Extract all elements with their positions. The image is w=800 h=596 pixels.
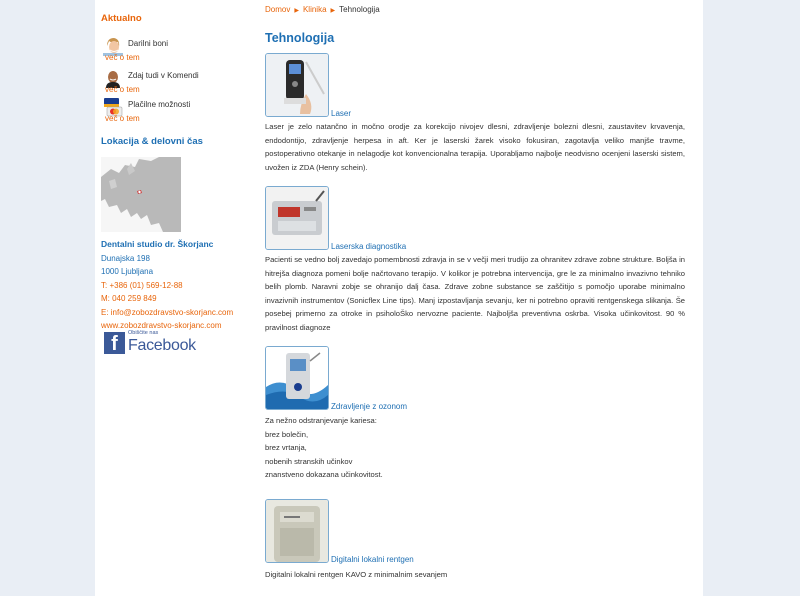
breadcrumb-current: Tehnologija bbox=[339, 5, 380, 14]
location-heading: Lokacija & delovni čas bbox=[101, 136, 203, 147]
diagnostics-caption-link[interactable]: Laserska diagnostika bbox=[331, 242, 406, 251]
ozone-benefit: brez bolečin, bbox=[265, 429, 309, 439]
breadcrumb-arrow-icon: ▶ bbox=[294, 8, 299, 14]
diagnostics-device-picture bbox=[266, 187, 328, 249]
xray-caption-link[interactable]: Digitalni lokalni rentgen bbox=[331, 555, 414, 564]
ozone-device-picture bbox=[266, 347, 328, 409]
xray-device-picture bbox=[266, 500, 328, 562]
ozone-caption-link[interactable]: Zdravljenje z ozonom bbox=[331, 402, 407, 411]
page-title: Tehnologija bbox=[265, 31, 335, 45]
laser-device-picture bbox=[266, 54, 328, 116]
phone-number: T: +386 (01) 569-12-88 bbox=[101, 280, 183, 290]
news-heading: Aktualno bbox=[101, 13, 142, 24]
ozone-device-image[interactable] bbox=[265, 346, 329, 410]
ozone-benefit: brez vrtanja, bbox=[265, 443, 307, 452]
news-item-gift-cards: Darilni boni več o tem bbox=[101, 36, 251, 64]
laser-description: Laser je zelo natančno in močno orodje z… bbox=[265, 122, 685, 172]
diagnostics-description: Pacienti se vedno bolj zavedajo pomembno… bbox=[265, 255, 685, 332]
email-link[interactable]: E: info@zobozdravstvo-skorjanc.com bbox=[101, 306, 233, 320]
news-item-komenda: Zdaj tudi v Komendi več o tem bbox=[101, 68, 251, 96]
europe-map-image[interactable] bbox=[101, 157, 181, 232]
ozone-benefit: nobenih stranskih učinkov bbox=[265, 456, 353, 466]
news-title: Plačilne možnosti bbox=[128, 100, 191, 109]
breadcrumb-section[interactable]: Klinika bbox=[303, 5, 327, 14]
page: Aktualno Darilni boni več o tem Zdaj tud… bbox=[95, 0, 703, 596]
laser-caption-link[interactable]: Laser bbox=[331, 109, 351, 118]
contact-info: Dentalni studio dr. Škorjanc Dunajska 19… bbox=[101, 238, 233, 333]
clinic-name: Dentalni studio dr. Škorjanc bbox=[101, 239, 214, 249]
news-more-link[interactable]: več o tem bbox=[105, 53, 140, 62]
mobile-number: M: 040 259 849 bbox=[101, 294, 157, 303]
news-more-link[interactable]: več o tem bbox=[105, 114, 140, 123]
news-title: Zdaj tudi v Komendi bbox=[128, 71, 199, 80]
ozone-benefit: Za nežno odstranjevanje kariesa: bbox=[265, 416, 377, 425]
breadcrumb: Domov ▶ Klinika ▶ Tehnologija bbox=[265, 5, 380, 14]
ozone-benefits-list: Za nežno odstranjevanje kariesa: brez bo… bbox=[265, 414, 383, 482]
address-city: 1000 Ljubljana bbox=[101, 267, 154, 276]
news-item-payment: Plačilne možnosti več o tem bbox=[101, 97, 251, 125]
breadcrumb-arrow-icon: ▶ bbox=[330, 8, 336, 14]
diagnostics-device-image[interactable] bbox=[265, 186, 329, 250]
breadcrumb-home[interactable]: Domov bbox=[265, 5, 290, 14]
xray-description: Digitalni lokalni rentgen KAVO z minimal… bbox=[265, 570, 448, 579]
facebook-visit-label: Obiščite nas bbox=[128, 330, 159, 336]
facebook-icon: f bbox=[104, 332, 125, 355]
xray-device-image[interactable] bbox=[265, 499, 329, 563]
news-more-link[interactable]: več o tem bbox=[105, 85, 140, 94]
facebook-wordmark: Facebook bbox=[128, 337, 196, 354]
laser-device-image[interactable] bbox=[265, 53, 329, 117]
ozone-benefit: znanstveno dokazana učinkovitost. bbox=[265, 470, 383, 479]
facebook-button[interactable]: f Obiščite nas Facebook bbox=[104, 330, 204, 356]
address-street: Dunajska 198 bbox=[101, 253, 150, 263]
news-title: Darilni boni bbox=[128, 39, 169, 48]
